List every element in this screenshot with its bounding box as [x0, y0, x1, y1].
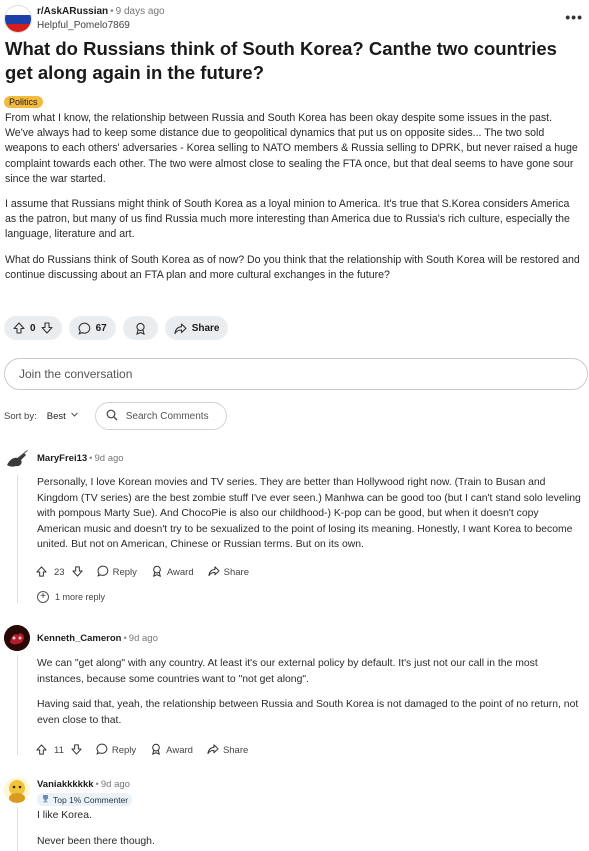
search-comments-input[interactable]: Search Comments	[94, 402, 227, 430]
comment-body: We can "get along" with any country. At …	[37, 656, 582, 738]
downvote-icon[interactable]	[71, 565, 83, 580]
vote-count: 0	[30, 322, 36, 334]
comment-vote-count: 23	[54, 567, 65, 578]
comment-body: Personally, I love Korean movies and TV …	[37, 475, 582, 563]
post-paragraph: I assume that Russians might think of So…	[5, 198, 570, 241]
comment: Kenneth_Cameron • 9d ago We can "get along…	[0, 625, 589, 760]
more-replies-label: 1 more reply	[55, 592, 106, 602]
comment-paragraph: I like Korea.	[37, 810, 92, 821]
award-icon	[150, 743, 162, 758]
avatar[interactable]	[4, 777, 30, 803]
comment-paragraph: Personally, I love Korean movies and TV …	[37, 477, 581, 551]
award-button[interactable]	[122, 316, 158, 340]
comments-button[interactable]: 67	[68, 316, 116, 340]
share-icon	[207, 743, 219, 758]
share-button[interactable]: Share	[208, 565, 249, 580]
share-icon	[174, 322, 187, 335]
comments-count: 67	[95, 322, 107, 334]
join-conversation-input[interactable]: Join the conversation	[4, 358, 588, 390]
comment-author[interactable]: Kenneth_Cameron	[37, 633, 121, 644]
share-icon	[208, 565, 220, 580]
award-icon	[134, 322, 147, 335]
subreddit-name[interactable]: r/AskARussian	[37, 6, 108, 17]
post-time: 9 days ago	[115, 6, 165, 17]
award-label: Award	[166, 745, 193, 756]
chevron-down-icon	[70, 410, 79, 422]
comment-author[interactable]: MaryFrei13	[37, 453, 87, 464]
comment-actions: 11 Reply Award Share	[36, 743, 248, 758]
comment: Vaniakkkkkk • 9d ago Top 1% Commenter I li…	[0, 775, 589, 851]
vote-pill: 0	[4, 316, 62, 340]
subreddit-line: r/AskARussian • 9 days ago	[37, 6, 165, 17]
post-header: r/AskARussian • 9 days ago Helpful_Pomelo7…	[4, 5, 585, 35]
reply-label: Reply	[112, 567, 137, 578]
comment-paragraph: We can "get along" with any country. At …	[37, 658, 538, 685]
share-button[interactable]: Share	[164, 316, 229, 340]
more-replies-button[interactable]: + 1 more reply	[37, 591, 105, 603]
post-title: What do Russians think of South Korea? C…	[5, 38, 557, 83]
post-paragraph: What do Russians think of South Korea as…	[5, 253, 580, 281]
comment-vote-count: 11	[54, 745, 64, 756]
comment-body: I like Korea. Never been there though.	[37, 808, 582, 851]
award-label: Award	[166, 567, 194, 578]
thread-line[interactable]	[17, 475, 18, 603]
top-commenter-badge: Top 1% Commenter	[37, 793, 133, 806]
more-options-button[interactable]: •••	[565, 9, 583, 25]
sort-row: Sort by: Best Search Comments	[4, 402, 227, 430]
post-paragraph: From what I know, the relationship betwe…	[5, 112, 578, 185]
sort-label: Sort by:	[4, 410, 37, 422]
comment-author[interactable]: Vaniakkkkkk	[37, 779, 94, 790]
comment-bubble-icon	[96, 565, 109, 580]
post-body: From what I know, the relationship betwe…	[5, 111, 583, 293]
search-icon	[106, 409, 118, 424]
comment-header: MaryFrei13 • 9d ago	[37, 453, 124, 464]
avatar[interactable]	[4, 625, 30, 651]
comment-actions: 23 Reply Award Share	[36, 565, 249, 580]
subreddit-avatar[interactable]	[4, 5, 32, 33]
post-author[interactable]: Helpful_Pomelo7869	[37, 20, 130, 31]
reply-button[interactable]: Reply	[96, 743, 136, 758]
comment-time: 9d ago	[100, 779, 130, 790]
thread-line[interactable]	[17, 655, 18, 755]
upvote-icon[interactable]	[36, 743, 47, 758]
share-label: Share	[223, 567, 249, 578]
comment-vote-group: 23	[36, 565, 83, 580]
upvote-icon[interactable]	[13, 322, 25, 334]
flair-badge[interactable]: Politics	[4, 96, 43, 108]
comment-time: 9d ago	[128, 633, 158, 644]
comment-bubble-icon	[96, 743, 108, 758]
downvote-icon[interactable]	[41, 322, 53, 334]
plus-circle-icon: +	[37, 591, 49, 603]
upvote-icon[interactable]	[36, 565, 47, 580]
sort-dropdown[interactable]: Best	[47, 410, 79, 422]
reply-button[interactable]: Reply	[96, 565, 137, 580]
comment: MaryFrei13 • 9d ago Personally, I love Kor…	[0, 445, 589, 610]
award-button[interactable]: Award	[150, 743, 193, 758]
share-label: Share	[191, 322, 220, 334]
avatar[interactable]	[4, 445, 30, 471]
comment-header: Kenneth_Cameron • 9d ago	[37, 633, 158, 644]
comment-paragraph: Never been there though.	[37, 835, 155, 847]
award-button[interactable]: Award	[151, 565, 194, 580]
post-action-bar: 0 67 Share	[4, 316, 229, 340]
award-icon	[151, 565, 163, 580]
reply-label: Reply	[111, 745, 137, 756]
comment-time: 9d ago	[94, 453, 124, 464]
comment-header: Vaniakkkkkk • 9d ago	[37, 779, 130, 790]
share-label: Share	[222, 745, 249, 756]
comment-paragraph: Having said that, yeah, the relationship…	[37, 699, 579, 726]
badge-label: Top 1% Commenter	[53, 794, 129, 805]
comment-vote-group: 11	[36, 743, 82, 758]
comment-bubble-icon	[77, 322, 91, 335]
trophy-icon	[41, 794, 50, 805]
downvote-icon[interactable]	[71, 743, 82, 758]
share-button[interactable]: Share	[207, 743, 248, 758]
sort-value: Best	[46, 410, 66, 422]
thread-line[interactable]	[17, 807, 18, 851]
search-comments-placeholder: Search Comments	[125, 410, 209, 422]
